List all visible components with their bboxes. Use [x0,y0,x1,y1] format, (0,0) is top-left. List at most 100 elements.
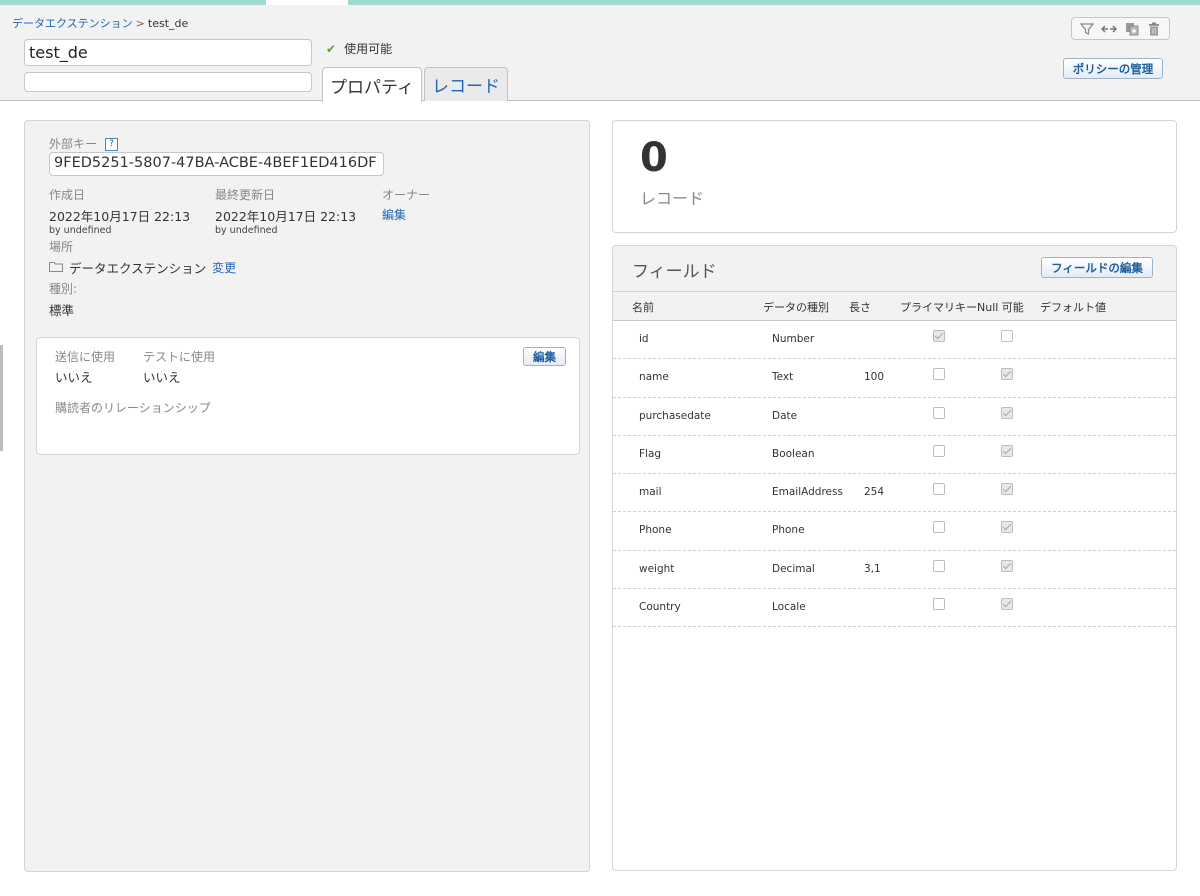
manage-policy-button[interactable]: ポリシーの管理 [1063,58,1163,79]
test-label: テストに使用 [143,350,216,364]
table-row[interactable]: weight Decimal 3,1 [613,551,1176,590]
sendable-edit-button[interactable]: 編集 [523,347,566,366]
copy-icon[interactable] [1123,20,1141,38]
edit-fields-button[interactable]: フィールドの編集 [1041,257,1153,278]
col-name: 名前 [632,301,654,314]
fields-rows: id Number name Text 100 purchasedate Date Flag B… [613,321,1176,628]
sendable-card: 送信に使用 いいえ テストに使用 いいえ 編集 購読者のリレーションシップ [36,337,580,455]
primary-key-checkbox[interactable] [933,406,945,419]
check-icon: ✔ [326,41,337,56]
field-name: id [639,333,649,345]
nullable-checkbox[interactable] [1001,444,1013,457]
modified-value: 2022年10月17日 22:13 [215,209,357,224]
field-name: name [639,371,669,384]
field-type: Date [772,409,798,422]
tab-properties[interactable]: プロパティ [322,67,422,102]
records-card: 0 レコード [612,120,1177,233]
type-value: 標準 [49,303,75,318]
external-key-label: 外部キー [49,137,98,151]
relationship-label: 購読者のリレーションシップ [55,401,211,415]
primary-key-checkbox[interactable] [933,521,945,534]
modified-by: by undefined [215,225,278,236]
status-label: 使用可能 [344,42,393,56]
trash-icon[interactable] [1145,20,1163,38]
type-label: 種別: [49,282,78,296]
nullable-checkbox[interactable] [1001,330,1013,342]
folder-icon [49,261,63,275]
send-value: いいえ [55,370,93,385]
nullable-checkbox[interactable] [1001,598,1013,611]
field-name: Phone [639,524,672,537]
created-value: 2022年10月17日 22:13 [49,209,191,224]
primary-key-checkbox[interactable] [933,330,945,342]
table-row[interactable]: purchasedate Date [613,398,1176,436]
primary-key-checkbox[interactable] [933,483,945,496]
nullable-checkbox[interactable] [1001,406,1013,419]
top-accent-gap [266,0,348,5]
status-indicator: ✔ 使用可能 [326,40,392,57]
col-primary-key: プライマリキー [900,301,977,314]
fields-column-header: 名前 データの種別 長さ プライマリキー Null 可能 デフォルト値 [613,292,1176,321]
external-key-field[interactable]: 9FED5251-5807-47BA-ACBE-4BEF1ED416DF [49,152,384,176]
help-icon[interactable]: ? [105,138,119,151]
location-row: データエクステンション 変更 [49,258,236,277]
breadcrumb-separator: > [135,17,145,30]
primary-key-checkbox[interactable] [933,559,945,572]
field-name: Flag [639,447,662,460]
nullable-checkbox[interactable] [1001,559,1013,572]
col-default: デフォルト値 [1040,301,1106,314]
col-nullable: Null 可能 [977,301,1024,314]
field-type: Decimal [772,562,815,575]
location-label: 場所 [49,240,74,254]
field-name: mail [639,486,662,499]
fields-title: フィールド [632,262,717,282]
field-length: 254 [864,486,885,499]
nullable-checkbox[interactable] [1001,483,1013,496]
table-row[interactable]: mail EmailAddress 254 [613,474,1176,513]
properties-panel: 外部キー? 9FED5251-5807-47BA-ACBE-4BEF1ED416… [24,120,590,872]
table-row[interactable]: id Number [613,321,1176,360]
col-length: 長さ [849,301,871,314]
primary-key-checkbox[interactable] [933,598,945,611]
field-type: Phone [772,524,805,537]
nullable-checkbox[interactable] [1001,368,1013,381]
location-value: データエクステンション [69,261,207,276]
breadcrumb-current: test_de [147,17,189,30]
name-input[interactable] [24,39,312,66]
swap-icon[interactable] [1100,20,1118,38]
modified-label: 最終更新日 [215,188,276,202]
owner-label: オーナー [382,188,431,202]
primary-key-checkbox[interactable] [933,444,945,457]
breadcrumb-parent-link[interactable]: データエクステンション [12,17,133,30]
table-row[interactable]: Flag Boolean [613,436,1176,475]
toolbar [1071,17,1170,40]
table-row[interactable]: Country Locale [613,589,1176,628]
send-label: 送信に使用 [55,350,116,364]
external-key-label-wrap: 外部キー? [49,135,119,152]
record-count: 0 [640,135,668,181]
field-name: weight [639,562,675,575]
fields-card: フィールド フィールドの編集 名前 データの種別 長さ プライマリキー Null… [612,245,1177,871]
location-change-link[interactable]: 変更 [212,259,236,276]
top-accent-bar [0,0,1200,5]
filter-icon[interactable] [1078,20,1096,38]
description-input[interactable] [24,72,312,92]
field-type: Text [772,371,794,384]
tab-records[interactable]: レコード [424,67,508,101]
field-name: Country [639,601,681,614]
field-type: EmailAddress [772,486,843,499]
primary-key-checkbox[interactable] [933,368,945,381]
owner-edit-link[interactable]: 編集 [382,206,406,223]
table-row[interactable]: Phone Phone [613,512,1176,551]
fields-header: フィールド フィールドの編集 [613,246,1176,292]
collapse-handle[interactable] [0,345,3,451]
record-label: レコード [640,189,705,208]
field-length: 3,1 [864,562,881,575]
col-type: データの種別 [763,301,829,314]
field-length: 100 [864,371,885,384]
field-name: purchasedate [639,409,711,422]
table-row[interactable]: name Text 100 [613,359,1176,398]
field-type: Locale [772,601,806,614]
nullable-checkbox[interactable] [1001,521,1013,534]
field-type: Boolean [772,447,815,460]
